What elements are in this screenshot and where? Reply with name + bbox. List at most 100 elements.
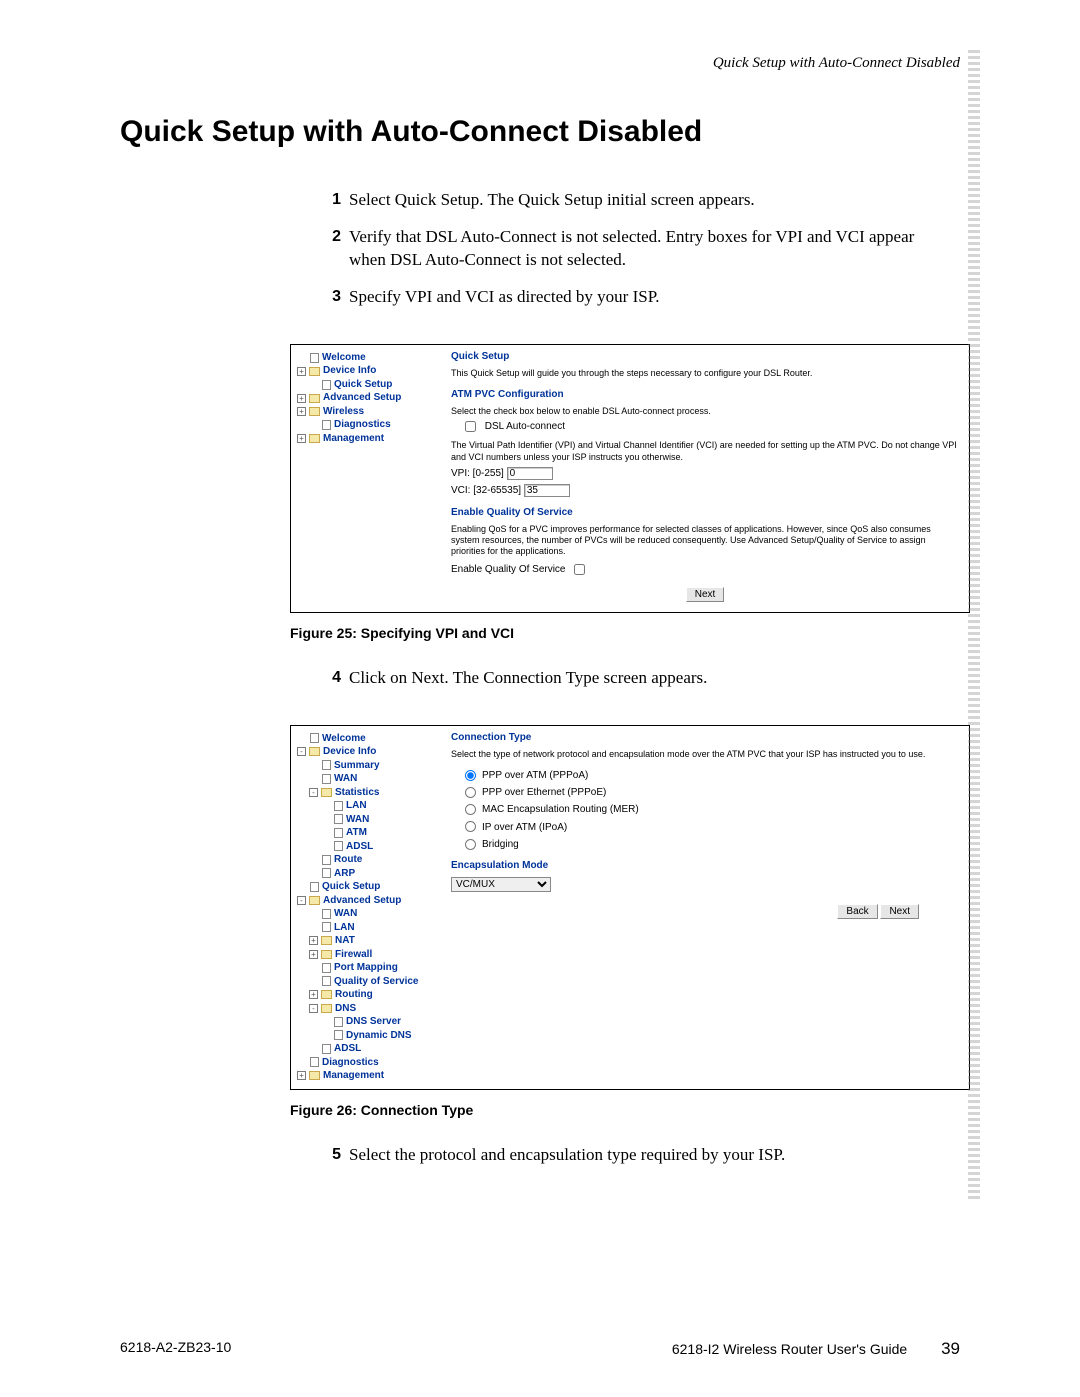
nav-item[interactable]: Welcome xyxy=(297,351,437,365)
nav-item[interactable]: ARP xyxy=(297,867,437,881)
expand-icon[interactable]: - xyxy=(297,747,306,756)
folder-icon xyxy=(321,936,332,945)
nav-item[interactable]: ADSL xyxy=(297,1042,437,1056)
nav-item[interactable]: Quick Setup xyxy=(297,378,437,392)
connection-type-label: IP over ATM (IPoA) xyxy=(482,822,567,833)
folder-icon xyxy=(309,1071,320,1080)
vpi-input[interactable] xyxy=(507,467,553,480)
nav-item[interactable]: + Advanced Setup xyxy=(297,391,437,405)
steps-list-a: 1Select Quick Setup. The Quick Setup ini… xyxy=(315,189,955,309)
expand-icon[interactable]: - xyxy=(309,788,318,797)
nav-item-label: Diagnostics xyxy=(334,418,391,432)
nav-item[interactable]: +Routing xyxy=(297,988,437,1002)
vci-input[interactable] xyxy=(524,484,570,497)
fig25-atm-intro: Select the check box below to enable DSL… xyxy=(451,406,959,417)
page-title: Quick Setup with Auto-Connect Disabled xyxy=(120,115,960,149)
nav-item[interactable]: ATM xyxy=(297,826,437,840)
step-text: Verify that DSL Auto-Connect is not sele… xyxy=(349,226,955,272)
nav-item[interactable]: Welcome xyxy=(297,732,437,746)
connection-type-radio[interactable] xyxy=(465,804,476,815)
connection-type-radio[interactable] xyxy=(465,770,476,781)
connection-type-radio[interactable] xyxy=(465,821,476,832)
page-icon xyxy=(322,963,331,973)
nav-item[interactable]: Route xyxy=(297,853,437,867)
vpi-vci-note: The Virtual Path Identifier (VPI) and Vi… xyxy=(451,440,959,463)
fig26-main-panel: Connection Type Select the type of netwo… xyxy=(441,726,969,1089)
page-icon xyxy=(322,855,331,865)
nav-item[interactable]: LAN xyxy=(297,921,437,935)
steps-list-c: 5Select the protocol and encapsulation t… xyxy=(315,1144,955,1167)
nav-item-label: Advanced Setup xyxy=(323,391,401,405)
nav-item[interactable]: Dynamic DNS xyxy=(297,1029,437,1043)
fig26-back-button[interactable]: Back xyxy=(837,904,877,919)
footer-left: 6218-A2-ZB23-10 xyxy=(120,1339,231,1359)
nav-item-label: DNS xyxy=(335,1002,356,1016)
nav-item-label: Quick Setup xyxy=(334,378,392,392)
fig26-intro: Select the type of network protocol and … xyxy=(451,749,959,760)
step-text: Click on Next. The Connection Type scree… xyxy=(349,667,955,690)
nav-item[interactable]: -Advanced Setup xyxy=(297,894,437,908)
nav-item[interactable]: DNS Server xyxy=(297,1015,437,1029)
connection-type-radio[interactable] xyxy=(465,839,476,850)
expand-icon[interactable]: + xyxy=(297,434,306,443)
step-item: 4Click on Next. The Connection Type scre… xyxy=(315,667,955,690)
nav-item[interactable]: +NAT xyxy=(297,934,437,948)
nav-item[interactable]: +Firewall xyxy=(297,948,437,962)
nav-item[interactable]: - Device Info xyxy=(297,745,437,759)
expand-icon[interactable]: + xyxy=(309,990,318,999)
running-head: Quick Setup with Auto-Connect Disabled xyxy=(713,55,960,72)
nav-item[interactable]: Quick Setup xyxy=(297,880,437,894)
nav-item[interactable]: ADSL xyxy=(297,840,437,854)
fig26-next-button[interactable]: Next xyxy=(880,904,919,919)
nav-item[interactable]: WAN xyxy=(297,772,437,786)
nav-item-label: Quality of Service xyxy=(334,975,418,989)
nav-item-label: Device Info xyxy=(323,745,376,759)
fig26-nav-tree: Welcome-Device InfoSummaryWAN-Statistics… xyxy=(291,726,441,1089)
nav-item[interactable]: Port Mapping xyxy=(297,961,437,975)
connection-type-radio[interactable] xyxy=(465,787,476,798)
nav-item[interactable]: Diagnostics xyxy=(297,1056,437,1070)
expand-icon[interactable]: - xyxy=(297,896,306,905)
nav-item[interactable]: - DNS xyxy=(297,1002,437,1016)
nav-item-label: Welcome xyxy=(322,351,366,365)
nav-item[interactable]: WAN xyxy=(297,907,437,921)
page-icon xyxy=(334,1030,343,1040)
nav-item[interactable]: + Device Info xyxy=(297,364,437,378)
expand-icon[interactable]: + xyxy=(309,936,318,945)
connection-type-label: Bridging xyxy=(482,839,519,850)
nav-item-label: LAN xyxy=(346,799,367,813)
fig25-next-button[interactable]: Next xyxy=(686,587,725,602)
nav-item[interactable]: -Statistics xyxy=(297,786,437,800)
expand-icon[interactable]: + xyxy=(297,367,306,376)
step-number: 2 xyxy=(315,226,341,272)
expand-icon[interactable]: + xyxy=(309,950,318,959)
nav-item[interactable]: WAN xyxy=(297,813,437,827)
nav-item-label: Device Info xyxy=(323,364,376,378)
nav-item[interactable]: +Wireless xyxy=(297,405,437,419)
nav-item[interactable]: +Management xyxy=(297,432,437,446)
expand-icon[interactable]: + xyxy=(297,1071,306,1080)
nav-item-label: Route xyxy=(334,853,362,867)
page-icon xyxy=(310,1057,319,1067)
nav-item[interactable]: Quality of Service xyxy=(297,975,437,989)
nav-item-label: WAN xyxy=(334,772,357,786)
nav-item[interactable]: LAN xyxy=(297,799,437,813)
expand-icon[interactable]: - xyxy=(309,1004,318,1013)
expand-icon[interactable]: + xyxy=(297,394,306,403)
expand-icon[interactable]: + xyxy=(297,407,306,416)
nav-item[interactable]: +Management xyxy=(297,1069,437,1083)
nav-item[interactable]: Summary xyxy=(297,759,437,773)
page-footer: 6218-A2-ZB23-10 6218-I2 Wireless Router … xyxy=(120,1339,960,1359)
nav-item-label: LAN xyxy=(334,921,355,935)
nav-item-label: WAN xyxy=(334,907,357,921)
page-icon xyxy=(322,922,331,932)
qos-checkbox[interactable] xyxy=(574,564,585,575)
encap-header: Encapsulation Mode xyxy=(451,860,959,871)
nav-item-label: ATM xyxy=(346,826,367,840)
dsl-auto-connect-checkbox[interactable] xyxy=(465,421,476,432)
nav-item[interactable]: Diagnostics xyxy=(297,418,437,432)
nav-item-label: Quick Setup xyxy=(322,880,380,894)
encap-select[interactable]: VC/MUX xyxy=(451,877,551,892)
figure-25-caption: Figure 25: Specifying VPI and VCI xyxy=(290,625,970,641)
page-icon xyxy=(310,733,319,743)
